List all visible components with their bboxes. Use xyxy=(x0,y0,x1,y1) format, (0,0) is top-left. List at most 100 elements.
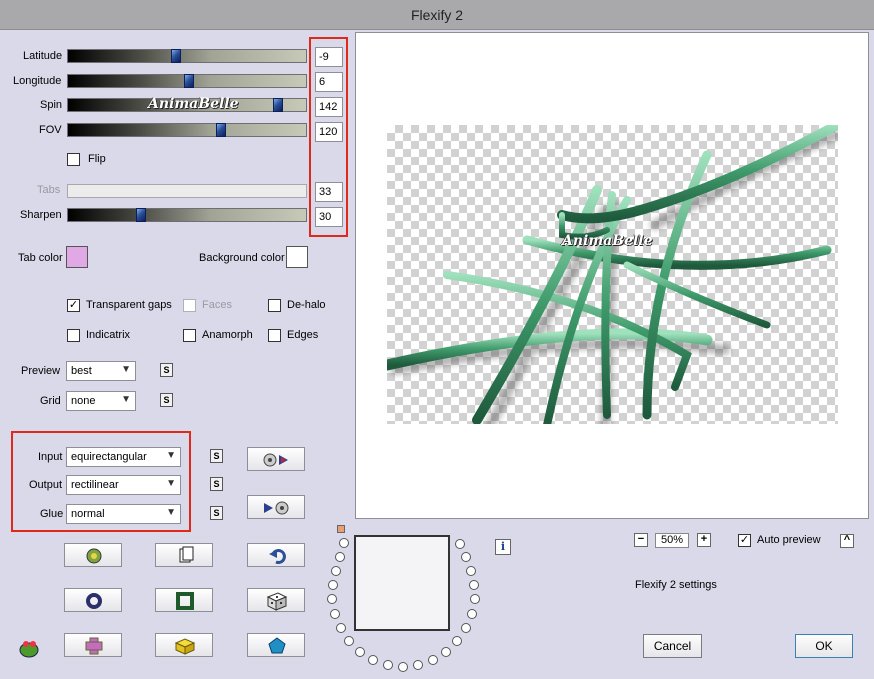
input-s-button[interactable]: S xyxy=(210,449,223,463)
de-halo-label: De-halo xyxy=(287,299,326,311)
anamorph-checkbox[interactable] xyxy=(183,329,196,342)
film-reel-arrow-button[interactable] xyxy=(247,447,305,471)
transparent-gaps-checkbox[interactable]: ✓ xyxy=(67,299,80,312)
preset-dot[interactable] xyxy=(467,609,477,619)
tab-color-swatch[interactable] xyxy=(66,246,88,268)
preview-s-button[interactable]: S xyxy=(160,363,173,377)
grid-select[interactable]: none ▼ xyxy=(66,391,136,411)
preview-quality-select[interactable]: best ▼ xyxy=(66,361,136,381)
preview-watermark: AnimaBelle xyxy=(562,233,653,249)
longitude-slider[interactable] xyxy=(67,74,307,88)
preset-dot[interactable] xyxy=(336,623,346,633)
preset-wheel-handle[interactable] xyxy=(337,525,345,533)
zoom-in-button[interactable]: + xyxy=(697,533,711,547)
preset-thumbnail[interactable] xyxy=(354,535,450,631)
input-projection-select[interactable]: equirectangular ▼ xyxy=(66,447,181,467)
preset-dot[interactable] xyxy=(441,647,451,657)
preset-dot[interactable] xyxy=(339,538,349,548)
output-projection-value: rectilinear xyxy=(71,479,119,491)
pentagon-button[interactable] xyxy=(247,633,305,657)
auto-preview-checkbox[interactable]: ✓ xyxy=(738,534,751,547)
fov-slider-thumb[interactable] xyxy=(216,123,226,137)
preset-dot[interactable] xyxy=(335,552,345,562)
preview-canvas[interactable]: AnimaBelle xyxy=(355,32,869,519)
faces-checkbox[interactable] xyxy=(183,299,196,312)
preset-dot[interactable] xyxy=(330,609,340,619)
randomize-button[interactable] xyxy=(64,543,122,567)
latitude-slider[interactable] xyxy=(67,49,307,63)
preset-dot[interactable] xyxy=(383,660,393,670)
spin-label: Spin xyxy=(40,99,63,111)
cube-button[interactable] xyxy=(155,633,213,657)
ok-button[interactable]: OK xyxy=(795,634,853,658)
indicatrix-checkbox[interactable] xyxy=(67,329,80,342)
preset-dot[interactable] xyxy=(327,594,337,604)
frame-icon xyxy=(176,592,194,610)
info-button[interactable]: i xyxy=(495,539,511,555)
preview-quality-value: best xyxy=(71,365,92,377)
fov-slider[interactable] xyxy=(67,123,307,137)
preset-dot[interactable] xyxy=(466,566,476,576)
preset-dot[interactable] xyxy=(398,662,408,672)
ring-button[interactable] xyxy=(64,588,122,612)
preview-quality-label: Preview xyxy=(21,365,61,377)
preset-dot[interactable] xyxy=(455,539,465,549)
cube-icon xyxy=(174,638,196,655)
edges-checkbox[interactable] xyxy=(268,329,281,342)
faces-label: Faces xyxy=(202,299,232,311)
dice-button[interactable] xyxy=(247,588,305,612)
spin-slider-thumb[interactable] xyxy=(273,98,283,112)
de-halo-checkbox[interactable] xyxy=(268,299,281,312)
latitude-slider-thumb[interactable] xyxy=(171,49,181,63)
copy-button[interactable] xyxy=(155,543,213,567)
randomize-icon xyxy=(86,548,102,564)
arrow-film-reel-button[interactable] xyxy=(247,495,305,519)
preset-dot[interactable] xyxy=(328,580,338,590)
preset-dot[interactable] xyxy=(452,636,462,646)
dice-icon xyxy=(266,592,288,611)
chevron-down-icon: ▼ xyxy=(166,507,176,518)
cancel-button[interactable]: Cancel xyxy=(643,634,702,658)
preset-dot[interactable] xyxy=(355,647,365,657)
grid-s-button[interactable]: S xyxy=(160,393,173,407)
zoom-out-button[interactable]: − xyxy=(634,533,648,547)
preset-dot[interactable] xyxy=(331,566,341,576)
tabs-slider[interactable] xyxy=(67,184,307,198)
cross-button[interactable] xyxy=(64,633,122,657)
preset-dot[interactable] xyxy=(368,655,378,665)
preset-dot[interactable] xyxy=(344,636,354,646)
input-projection-value: equirectangular xyxy=(71,451,147,463)
latitude-label: Latitude xyxy=(23,50,63,62)
background-color-swatch[interactable] xyxy=(286,246,308,268)
background-color-label: Background color xyxy=(199,252,285,264)
title-bar: Flexify 2 xyxy=(0,0,874,30)
longitude-slider-thumb[interactable] xyxy=(184,74,194,88)
arrow-film-reel-icon xyxy=(264,501,289,515)
frame-button[interactable] xyxy=(155,588,213,612)
sharpen-slider-thumb[interactable] xyxy=(136,208,146,222)
chevron-down-icon: ▼ xyxy=(121,364,131,375)
preset-dot[interactable] xyxy=(461,552,471,562)
settings-name: Flexify 2 settings xyxy=(635,579,717,591)
grid-label: Grid xyxy=(40,395,61,407)
preset-dot[interactable] xyxy=(461,623,471,633)
glue-label: Glue xyxy=(40,508,64,520)
collapse-button[interactable]: ^ xyxy=(840,534,854,548)
grid-value: none xyxy=(71,395,96,407)
preset-dot[interactable] xyxy=(469,580,479,590)
ring-icon xyxy=(86,593,102,609)
glue-select[interactable]: normal ▼ xyxy=(66,504,181,524)
output-projection-select[interactable]: rectilinear ▼ xyxy=(66,475,181,495)
output-s-button[interactable]: S xyxy=(210,477,223,491)
preset-dot[interactable] xyxy=(413,660,423,670)
woven-ribbons-graphic xyxy=(381,120,842,440)
undo-button[interactable] xyxy=(247,543,305,567)
chevron-down-icon: ▼ xyxy=(121,394,131,405)
preset-dot[interactable] xyxy=(428,655,438,665)
auto-preview-label: Auto preview xyxy=(757,534,821,546)
preset-dot[interactable] xyxy=(470,594,480,604)
sharpen-slider[interactable] xyxy=(67,208,307,222)
flip-checkbox[interactable] xyxy=(67,153,80,166)
cross-icon xyxy=(85,637,103,655)
glue-s-button[interactable]: S xyxy=(210,506,223,520)
